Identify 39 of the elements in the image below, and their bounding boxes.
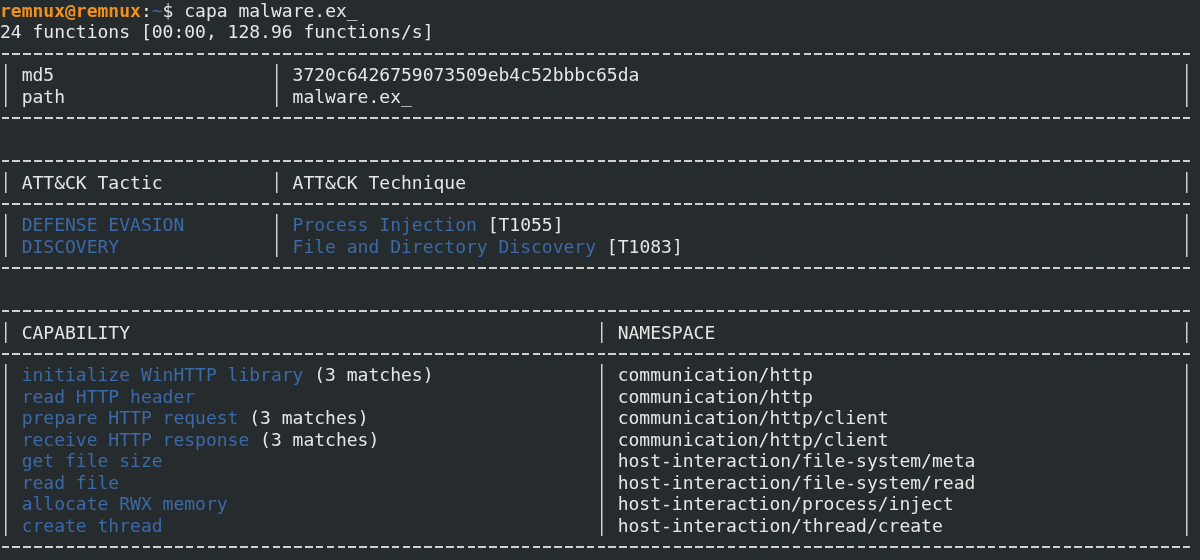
capability-name: initialize WinHTTP library [21, 364, 304, 386]
prompt-symbol: $ [162, 0, 174, 22]
capability-name: get file size [21, 450, 163, 472]
namespace-text: communication/http/client [617, 407, 889, 429]
prompt-user: remnux@remnux [0, 0, 141, 22]
match-count: (3 matches) [248, 407, 369, 429]
technique-id: [T1083] [605, 235, 683, 258]
namespace-text: communication/http/client [617, 428, 889, 451]
match-count: (3 matches) [259, 428, 380, 451]
field-value: 3720c6426759073509eb4c52bbbc65da [292, 64, 640, 86]
tactic-name: DISCOVERY [21, 235, 120, 258]
command-text: capa malware.ex_ [183, 0, 358, 22]
namespace-text: host-interaction/thread/create [617, 514, 943, 536]
field-value: malware.ex_ [292, 85, 412, 108]
capability-name: read HTTP header [21, 385, 196, 408]
field-name: md5 [21, 64, 55, 86]
technique-id: [T1055] [486, 214, 564, 236]
namespace-text: communication/http [617, 364, 813, 386]
namespace-text: host-interaction/process/inject [617, 493, 954, 515]
namespace-text: host-interaction/file-system/read [617, 471, 976, 494]
column-header: ATT&CK Tactic [21, 171, 163, 193]
field-name: path [21, 85, 66, 108]
technique-name: Process Injection [292, 214, 477, 236]
column-header: ATT&CK Technique [292, 171, 466, 193]
capability-name: prepare HTTP request [21, 407, 239, 429]
column-header: CAPABILITY [21, 321, 131, 343]
prompt-path: ~ [151, 0, 163, 22]
match-count: (3 matches) [313, 364, 434, 386]
capability-name: receive HTTP response [21, 428, 250, 451]
prompt-separator: : [140, 0, 152, 22]
technique-name: File and Directory Discovery [292, 235, 597, 258]
tactic-name: DEFENSE EVASION [21, 214, 185, 236]
capability-name: read file [21, 471, 120, 494]
output-line: 24 functions [00:00, 128.96 functions/s] [0, 21, 434, 43]
capability-name: allocate RWX memory [21, 493, 228, 515]
capability-name: create thread [21, 514, 163, 536]
namespace-text: host-interaction/file-system/meta [617, 450, 976, 472]
namespace-text: communication/http [617, 385, 813, 408]
column-header: NAMESPACE [617, 321, 716, 343]
